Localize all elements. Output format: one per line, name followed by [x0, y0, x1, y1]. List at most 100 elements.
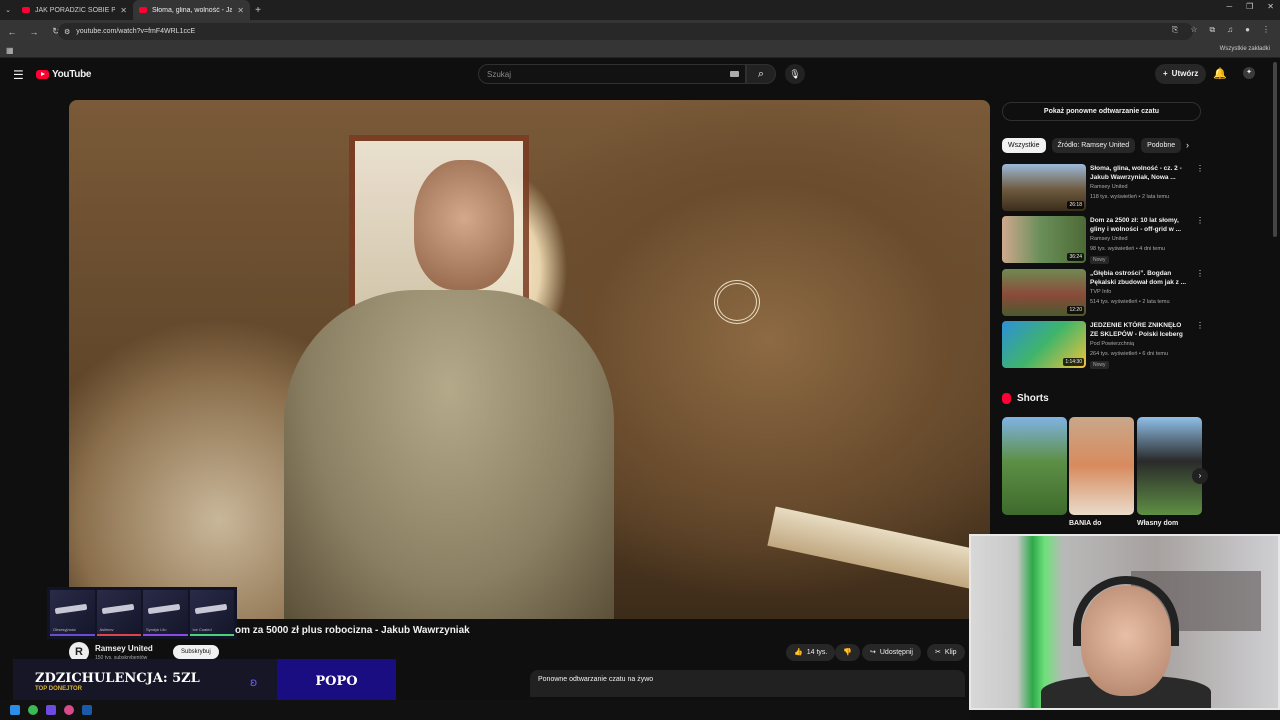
- youtube-logo[interactable]: YouTube: [36, 69, 92, 80]
- tab-title: JAK PORADZIĆ SOBIE PO ZERW...: [35, 6, 116, 14]
- channel-name[interactable]: TVP Info: [1090, 289, 1111, 295]
- url-field[interactable]: ⚙ youtube.com/watch?v=fmF4WRL1ccE: [58, 23, 1193, 40]
- live-chat-replay-panel[interactable]: Ponowne odtwarzanie czatu na żywo: [530, 670, 965, 697]
- video-thumbnail[interactable]: 12:20: [1002, 269, 1086, 316]
- new-badge: Nowy: [1090, 361, 1109, 369]
- skin-card: Asiimov: [96, 590, 141, 636]
- recommended-video[interactable]: 12:20 „Głębia ostrości”. Bogdan Pękalski…: [1002, 269, 1204, 317]
- shorts-title: Shorts: [1017, 393, 1049, 404]
- start-windows-icon[interactable]: [10, 705, 20, 715]
- video-meta: 514 tys. wyświetleń • 2 lata temu: [1090, 299, 1170, 305]
- scissors-icon: ✂: [935, 649, 941, 656]
- filter-chips: Wszystkie Źródło: Ramsey United Podobne: [1002, 138, 1182, 153]
- subscribe-button[interactable]: Subskrybuj: [173, 645, 219, 659]
- short-title[interactable]: Własny dom: [1137, 520, 1178, 527]
- maximize-icon[interactable]: ❐: [1246, 2, 1253, 11]
- video-title[interactable]: JEDZENIE KTÓRE ZNIKNĘŁO ZE SKLEPÓW - Pol…: [1090, 321, 1190, 339]
- video-title[interactable]: Dom za 2500 zł: 10 lat słomy, gliny i wo…: [1090, 216, 1190, 234]
- chips-next-icon[interactable]: ›: [1186, 140, 1189, 150]
- share-button[interactable]: ↪ Udostępnij: [862, 644, 921, 661]
- video-thumbnail[interactable]: 1:14:30: [1002, 321, 1086, 368]
- duration-badge: 36:24: [1067, 253, 1084, 261]
- steam-icon[interactable]: [82, 705, 92, 715]
- chip-related[interactable]: Podobne: [1141, 138, 1182, 153]
- close-tab-icon[interactable]: ✕: [237, 6, 244, 15]
- video-frame-board: [767, 506, 990, 594]
- chip-all[interactable]: Wszystkie: [1002, 138, 1046, 153]
- short-thumbnail[interactable]: [1069, 417, 1134, 515]
- account-avatar[interactable]: ✦: [1243, 67, 1255, 79]
- os-taskbar: [0, 700, 969, 720]
- all-bookmarks-link[interactable]: Wszystkie zakładki: [1220, 46, 1270, 52]
- video-thumbnail[interactable]: 26:18: [1002, 164, 1086, 211]
- apps-grid-icon[interactable]: ▦: [6, 46, 14, 55]
- install-app-icon[interactable]: ⎘: [1172, 25, 1178, 35]
- close-window-icon[interactable]: ✕: [1267, 2, 1274, 11]
- keyboard-icon[interactable]: [730, 71, 739, 77]
- more-options-icon[interactable]: ⋮: [1196, 321, 1204, 330]
- donation-amount: ZDZICHULENCJA: 5ZL: [35, 671, 200, 686]
- chrome-icon[interactable]: [28, 705, 38, 715]
- url-text: youtube.com/watch?v=fmF4WRL1ccE: [76, 28, 196, 35]
- new-tab-button[interactable]: +: [250, 5, 266, 16]
- media-control-icon[interactable]: ♫: [1227, 25, 1233, 35]
- browser-tab-2[interactable]: Słoma, glina, wolność - Jak... ✕: [133, 0, 250, 20]
- discord-icon[interactable]: [46, 705, 56, 715]
- like-button[interactable]: 👍 14 tys.: [786, 644, 836, 661]
- skin-card: Obsesyjność: [50, 590, 95, 636]
- video-title[interactable]: Słoma, glina, wolność - cz. 2 - Jakub Wa…: [1090, 164, 1190, 182]
- clip-button[interactable]: ✂ Klip: [927, 644, 965, 661]
- tab-title: Słoma, glina, wolność - Jak...: [152, 6, 233, 14]
- browser-tab-1[interactable]: JAK PORADZIĆ SOBIE PO ZERW... ✕: [16, 0, 133, 20]
- create-label: Utwórz: [1171, 69, 1199, 78]
- short-thumbnail[interactable]: [1002, 417, 1067, 515]
- channel-name[interactable]: Ramsey United: [1090, 184, 1128, 190]
- app-icon[interactable]: [64, 705, 74, 715]
- more-options-icon[interactable]: ⋮: [1196, 164, 1204, 173]
- microphone-icon: 🎙: [789, 69, 801, 79]
- short-thumbnail[interactable]: [1137, 417, 1202, 515]
- channel-name[interactable]: Ramsey United: [95, 644, 153, 653]
- short-title[interactable]: BANIA do: [1069, 520, 1101, 527]
- menu-icon[interactable]: ☰: [13, 68, 24, 82]
- voice-search-button[interactable]: 🎙: [785, 64, 805, 84]
- skin-label: Obsesyjność: [53, 627, 76, 632]
- dislike-button[interactable]: 👎: [835, 644, 860, 661]
- profile-icon[interactable]: ●: [1245, 25, 1250, 35]
- video-player[interactable]: [69, 100, 990, 619]
- forward-icon[interactable]: →: [28, 27, 40, 37]
- youtube-favicon-icon: [139, 7, 147, 13]
- channel-name[interactable]: Ramsey United: [1090, 236, 1128, 242]
- skin-card: Syndyk Lilu: [143, 590, 188, 636]
- like-count: 14 tys.: [806, 649, 828, 656]
- shorts-next-icon[interactable]: ›: [1192, 468, 1208, 484]
- bookmark-star-icon[interactable]: ☆: [1190, 25, 1197, 35]
- extensions-icon[interactable]: ⧉: [1209, 25, 1215, 35]
- video-thumbnail[interactable]: 36:24: [1002, 216, 1086, 263]
- plus-icon: +: [1163, 69, 1168, 78]
- search-icon: ⌕: [757, 68, 765, 80]
- recommended-video[interactable]: 26:18 Słoma, glina, wolność - cz. 2 - Ja…: [1002, 164, 1204, 212]
- more-options-icon[interactable]: ⋮: [1196, 216, 1204, 225]
- channel-name[interactable]: Pod Powierzchnią: [1090, 341, 1134, 347]
- recommended-video[interactable]: 36:24 Dom za 2500 zł: 10 lat słomy, glin…: [1002, 216, 1204, 264]
- close-tab-icon[interactable]: ✕: [120, 6, 127, 15]
- chip-from-channel[interactable]: Źródło: Ramsey United: [1051, 138, 1136, 153]
- create-button[interactable]: + Utwórz: [1155, 64, 1207, 84]
- browser-menu-icon[interactable]: ⋮: [1262, 25, 1270, 35]
- duration-badge: 1:14:30: [1063, 358, 1084, 366]
- duration-badge: 12:20: [1067, 306, 1084, 314]
- back-icon[interactable]: ←: [6, 27, 18, 37]
- site-info-icon[interactable]: ⚙: [64, 28, 70, 36]
- show-chat-replay-button[interactable]: Pokaż ponowne odtwarzanie czatu: [1002, 102, 1201, 121]
- video-meta: 264 tys. wyświetleń • 6 dni temu: [1090, 351, 1169, 357]
- notifications-bell-icon[interactable]: 🔔: [1213, 67, 1227, 80]
- page-scrollbar[interactable]: [1273, 62, 1277, 237]
- tab-list-chevron-icon[interactable]: ⌄: [0, 6, 16, 14]
- search-button[interactable]: ⌕: [746, 64, 776, 84]
- search-input[interactable]: Szukaj: [478, 64, 746, 84]
- minimize-icon[interactable]: ─: [1226, 2, 1232, 11]
- video-title[interactable]: „Głębia ostrości”. Bogdan Pękalski zbudo…: [1090, 269, 1190, 287]
- recommended-video[interactable]: 1:14:30 JEDZENIE KTÓRE ZNIKNĘŁO ZE SKLEP…: [1002, 321, 1204, 369]
- more-options-icon[interactable]: ⋮: [1196, 269, 1204, 278]
